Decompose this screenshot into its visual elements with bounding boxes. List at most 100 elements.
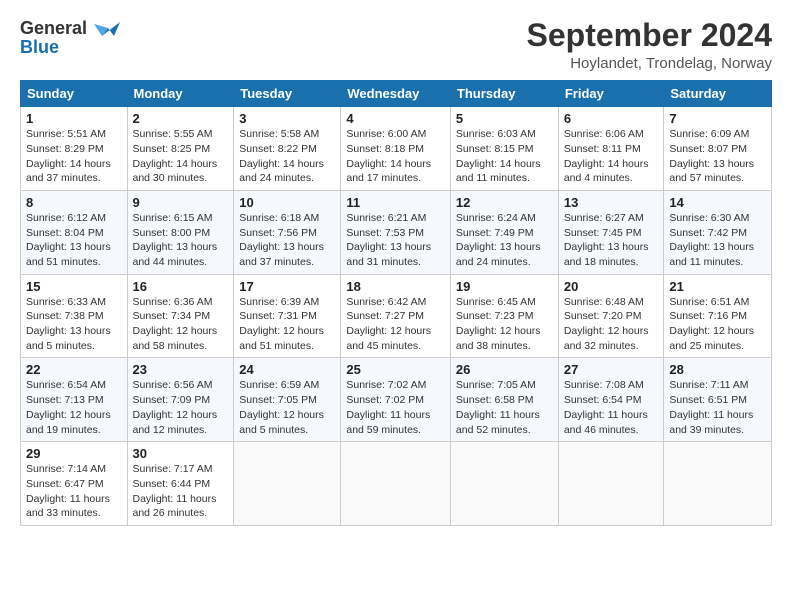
calendar-day-cell: 2Sunrise: 5:55 AMSunset: 8:25 PMDaylight… [127, 107, 234, 191]
day-number: 7 [669, 111, 766, 126]
day-number: 20 [564, 279, 659, 294]
calendar-day-cell: 28Sunrise: 7:11 AMSunset: 6:51 PMDayligh… [664, 358, 772, 442]
day-info: Sunrise: 6:15 AMSunset: 8:00 PMDaylight:… [133, 211, 229, 270]
day-info: Sunrise: 7:17 AMSunset: 6:44 PMDaylight:… [133, 462, 229, 521]
calendar-day-cell: 22Sunrise: 6:54 AMSunset: 7:13 PMDayligh… [21, 358, 128, 442]
calendar-day-cell: 18Sunrise: 6:42 AMSunset: 7:27 PMDayligh… [341, 274, 451, 358]
weekday-header-cell: Saturday [664, 81, 772, 107]
day-info: Sunrise: 6:27 AMSunset: 7:45 PMDaylight:… [564, 211, 659, 270]
calendar-table: SundayMondayTuesdayWednesdayThursdayFrid… [20, 80, 772, 526]
calendar-day-cell: 26Sunrise: 7:05 AMSunset: 6:58 PMDayligh… [450, 358, 558, 442]
calendar-day-cell: 11Sunrise: 6:21 AMSunset: 7:53 PMDayligh… [341, 190, 451, 274]
day-info: Sunrise: 6:45 AMSunset: 7:23 PMDaylight:… [456, 295, 553, 354]
day-number: 16 [133, 279, 229, 294]
weekday-header-cell: Wednesday [341, 81, 451, 107]
day-info: Sunrise: 6:48 AMSunset: 7:20 PMDaylight:… [564, 295, 659, 354]
day-info: Sunrise: 7:14 AMSunset: 6:47 PMDaylight:… [26, 462, 122, 521]
main-title: September 2024 [527, 18, 772, 53]
day-info: Sunrise: 5:58 AMSunset: 8:22 PMDaylight:… [239, 127, 335, 186]
day-info: Sunrise: 5:55 AMSunset: 8:25 PMDaylight:… [133, 127, 229, 186]
weekday-header-cell: Friday [558, 81, 664, 107]
day-number: 3 [239, 111, 335, 126]
header: General Blue September 2024 Hoylandet, T… [20, 18, 772, 72]
day-number: 4 [346, 111, 445, 126]
day-info: Sunrise: 6:00 AMSunset: 8:18 PMDaylight:… [346, 127, 445, 186]
calendar-day-cell: 6Sunrise: 6:06 AMSunset: 8:11 PMDaylight… [558, 107, 664, 191]
day-number: 19 [456, 279, 553, 294]
day-number: 10 [239, 195, 335, 210]
calendar-day-cell: 23Sunrise: 6:56 AMSunset: 7:09 PMDayligh… [127, 358, 234, 442]
day-info: Sunrise: 6:59 AMSunset: 7:05 PMDaylight:… [239, 378, 335, 437]
calendar-week-row: 15Sunrise: 6:33 AMSunset: 7:38 PMDayligh… [21, 274, 772, 358]
calendar-day-cell: 7Sunrise: 6:09 AMSunset: 8:07 PMDaylight… [664, 107, 772, 191]
day-info: Sunrise: 6:51 AMSunset: 7:16 PMDaylight:… [669, 295, 766, 354]
day-number: 13 [564, 195, 659, 210]
logo-bird-icon [94, 18, 120, 40]
calendar-day-cell: 17Sunrise: 6:39 AMSunset: 7:31 PMDayligh… [234, 274, 341, 358]
day-info: Sunrise: 7:08 AMSunset: 6:54 PMDaylight:… [564, 378, 659, 437]
day-number: 5 [456, 111, 553, 126]
calendar-day-cell [558, 442, 664, 526]
day-info: Sunrise: 6:09 AMSunset: 8:07 PMDaylight:… [669, 127, 766, 186]
calendar-day-cell: 15Sunrise: 6:33 AMSunset: 7:38 PMDayligh… [21, 274, 128, 358]
day-info: Sunrise: 6:18 AMSunset: 7:56 PMDaylight:… [239, 211, 335, 270]
day-info: Sunrise: 6:42 AMSunset: 7:27 PMDaylight:… [346, 295, 445, 354]
day-info: Sunrise: 7:11 AMSunset: 6:51 PMDaylight:… [669, 378, 766, 437]
page: General Blue September 2024 Hoylandet, T… [0, 0, 792, 612]
logo-general: General [20, 18, 87, 38]
weekday-header-cell: Tuesday [234, 81, 341, 107]
day-number: 22 [26, 362, 122, 377]
calendar-day-cell: 4Sunrise: 6:00 AMSunset: 8:18 PMDaylight… [341, 107, 451, 191]
day-number: 9 [133, 195, 229, 210]
day-info: Sunrise: 5:51 AMSunset: 8:29 PMDaylight:… [26, 127, 122, 186]
day-number: 17 [239, 279, 335, 294]
calendar-day-cell: 12Sunrise: 6:24 AMSunset: 7:49 PMDayligh… [450, 190, 558, 274]
day-info: Sunrise: 6:56 AMSunset: 7:09 PMDaylight:… [133, 378, 229, 437]
calendar-day-cell [664, 442, 772, 526]
day-number: 27 [564, 362, 659, 377]
day-info: Sunrise: 6:39 AMSunset: 7:31 PMDaylight:… [239, 295, 335, 354]
day-info: Sunrise: 6:03 AMSunset: 8:15 PMDaylight:… [456, 127, 553, 186]
day-number: 26 [456, 362, 553, 377]
day-number: 1 [26, 111, 122, 126]
sub-title: Hoylandet, Trondelag, Norway [527, 55, 772, 72]
day-number: 14 [669, 195, 766, 210]
day-number: 11 [346, 195, 445, 210]
logo-blue: Blue [20, 38, 120, 58]
weekday-header-cell: Monday [127, 81, 234, 107]
day-info: Sunrise: 6:30 AMSunset: 7:42 PMDaylight:… [669, 211, 766, 270]
day-number: 15 [26, 279, 122, 294]
calendar-day-cell: 21Sunrise: 6:51 AMSunset: 7:16 PMDayligh… [664, 274, 772, 358]
calendar-day-cell: 3Sunrise: 5:58 AMSunset: 8:22 PMDaylight… [234, 107, 341, 191]
day-number: 29 [26, 446, 122, 461]
day-number: 21 [669, 279, 766, 294]
day-number: 24 [239, 362, 335, 377]
calendar-day-cell [234, 442, 341, 526]
day-info: Sunrise: 6:33 AMSunset: 7:38 PMDaylight:… [26, 295, 122, 354]
weekday-header-cell: Sunday [21, 81, 128, 107]
day-info: Sunrise: 6:21 AMSunset: 7:53 PMDaylight:… [346, 211, 445, 270]
day-info: Sunrise: 6:06 AMSunset: 8:11 PMDaylight:… [564, 127, 659, 186]
calendar-week-row: 29Sunrise: 7:14 AMSunset: 6:47 PMDayligh… [21, 442, 772, 526]
day-number: 23 [133, 362, 229, 377]
calendar-body: 1Sunrise: 5:51 AMSunset: 8:29 PMDaylight… [21, 107, 772, 526]
calendar-day-cell: 20Sunrise: 6:48 AMSunset: 7:20 PMDayligh… [558, 274, 664, 358]
calendar-day-cell: 1Sunrise: 5:51 AMSunset: 8:29 PMDaylight… [21, 107, 128, 191]
calendar-day-cell: 14Sunrise: 6:30 AMSunset: 7:42 PMDayligh… [664, 190, 772, 274]
calendar-day-cell: 24Sunrise: 6:59 AMSunset: 7:05 PMDayligh… [234, 358, 341, 442]
day-info: Sunrise: 6:12 AMSunset: 8:04 PMDaylight:… [26, 211, 122, 270]
logo: General Blue [20, 18, 120, 58]
title-block: September 2024 Hoylandet, Trondelag, Nor… [527, 18, 772, 72]
calendar-day-cell [341, 442, 451, 526]
day-number: 6 [564, 111, 659, 126]
day-number: 12 [456, 195, 553, 210]
day-number: 18 [346, 279, 445, 294]
day-number: 2 [133, 111, 229, 126]
day-info: Sunrise: 7:02 AMSunset: 7:02 PMDaylight:… [346, 378, 445, 437]
calendar-day-cell: 10Sunrise: 6:18 AMSunset: 7:56 PMDayligh… [234, 190, 341, 274]
day-info: Sunrise: 7:05 AMSunset: 6:58 PMDaylight:… [456, 378, 553, 437]
calendar-day-cell: 8Sunrise: 6:12 AMSunset: 8:04 PMDaylight… [21, 190, 128, 274]
day-info: Sunrise: 6:54 AMSunset: 7:13 PMDaylight:… [26, 378, 122, 437]
calendar-day-cell: 30Sunrise: 7:17 AMSunset: 6:44 PMDayligh… [127, 442, 234, 526]
calendar-day-cell: 19Sunrise: 6:45 AMSunset: 7:23 PMDayligh… [450, 274, 558, 358]
